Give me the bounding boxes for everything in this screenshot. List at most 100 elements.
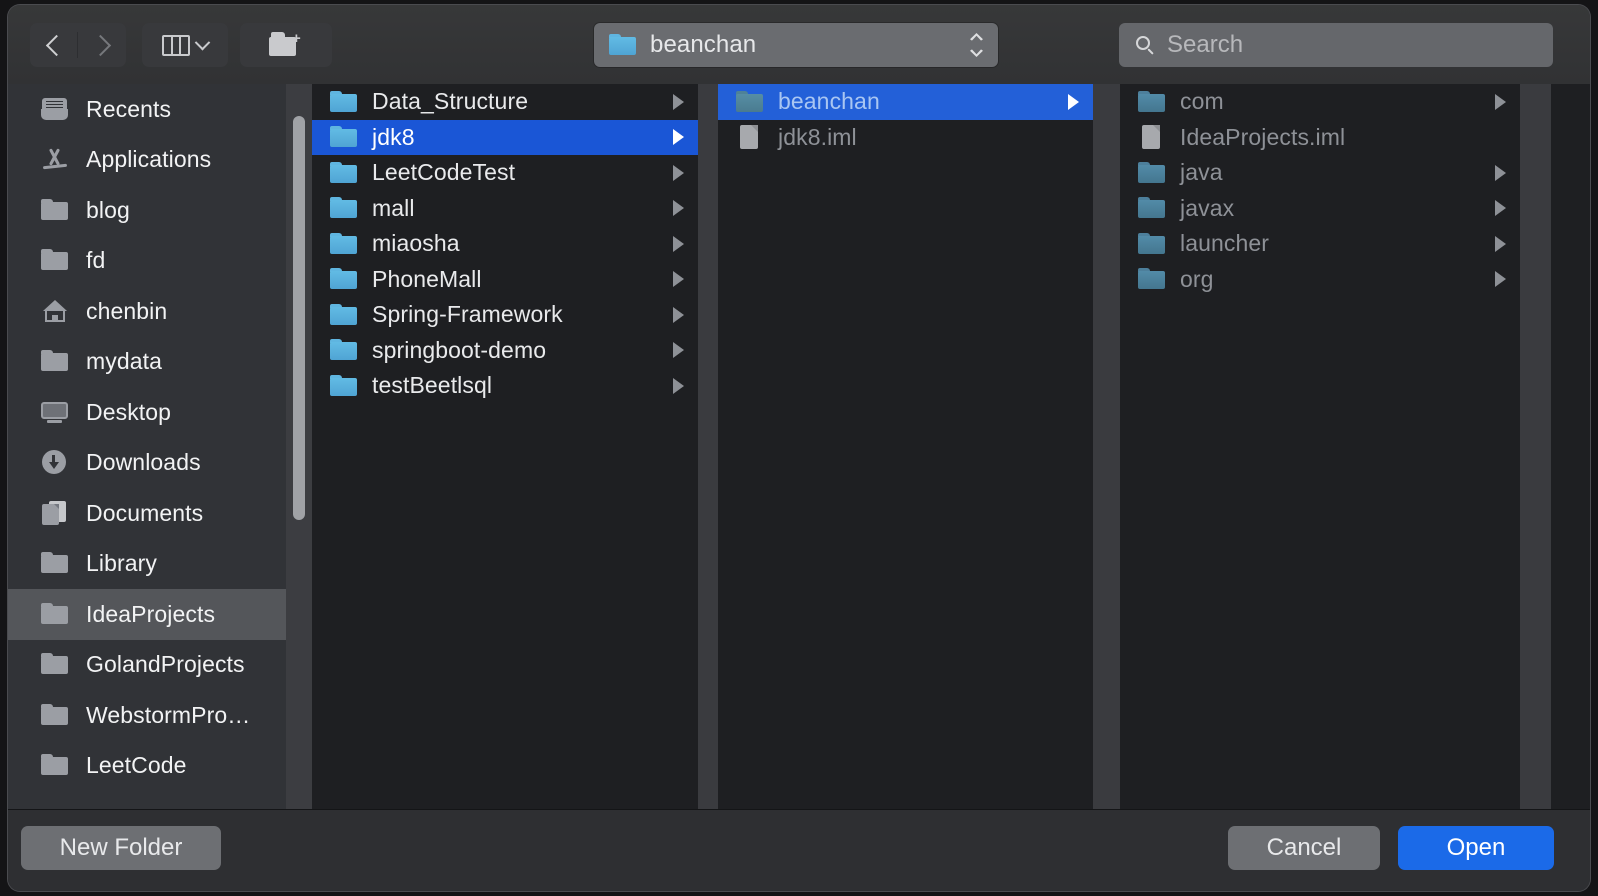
blue-folder-icon	[330, 196, 359, 220]
back-button[interactable]	[30, 23, 78, 67]
search-icon	[1136, 35, 1155, 55]
cancel-button[interactable]: Cancel	[1228, 826, 1380, 870]
sidebar-item-label: GolandProjects	[86, 651, 245, 678]
browser-body: Recents Applications blog fd chenbin myd…	[8, 84, 1590, 809]
sidebar-item-chenbin[interactable]: chenbin	[8, 286, 286, 337]
disclosure-arrow-icon[interactable]	[673, 93, 684, 110]
column-row[interactable]: java	[1120, 155, 1520, 191]
blue-folder-icon	[1138, 267, 1167, 291]
search-placeholder: Search	[1167, 31, 1244, 58]
row-label: beanchan	[778, 88, 880, 115]
column-row-selected-beanchan[interactable]: beanchan	[718, 84, 1093, 120]
sidebar-item-label: Desktop	[86, 398, 172, 425]
folder-icon	[41, 248, 70, 273]
disclosure-arrow-icon[interactable]	[673, 271, 684, 288]
folder-icon	[41, 753, 70, 778]
sidebar-item-documents[interactable]: Documents	[8, 488, 286, 539]
disclosure-arrow-icon[interactable]	[673, 306, 684, 323]
path-popup-label: beanchan	[650, 31, 757, 58]
column-row[interactable]: miaosha	[312, 226, 698, 262]
disclosure-arrow-icon[interactable]	[673, 200, 684, 217]
column-row[interactable]: org	[1120, 262, 1520, 298]
up-down-stepper-icon[interactable]	[969, 31, 985, 59]
disclosure-arrow-icon[interactable]	[673, 129, 684, 146]
column-row[interactable]: Data_Structure	[312, 84, 698, 120]
row-label: Spring-Framework	[372, 301, 563, 328]
sidebar-scrollbar-thumb[interactable]	[293, 116, 305, 520]
disclosure-arrow-icon[interactable]	[1495, 271, 1506, 288]
disclosure-arrow-icon[interactable]	[1495, 235, 1506, 252]
sidebar-item-leetcode[interactable]: LeetCode	[8, 741, 286, 792]
chevron-right-icon	[89, 34, 111, 56]
blue-folder-icon	[736, 90, 765, 114]
folder-icon	[41, 551, 70, 576]
disclosure-arrow-icon[interactable]	[673, 342, 684, 359]
column-row[interactable]: jdk8.iml	[718, 120, 1093, 156]
column-row[interactable]: PhoneMall	[312, 262, 698, 298]
column-divider-1[interactable]	[698, 84, 718, 809]
blue-folder-icon	[330, 374, 359, 398]
column-row-selected[interactable]: jdk8	[312, 119, 698, 155]
sidebar-item-mydata[interactable]: mydata	[8, 337, 286, 388]
applications-icon	[41, 147, 70, 172]
row-label: java	[1180, 159, 1223, 186]
path-popup-button[interactable]: beanchan	[594, 23, 998, 67]
column-view-icon	[162, 34, 190, 56]
folder-icon	[41, 703, 70, 728]
column-row[interactable]: launcher	[1120, 226, 1520, 262]
chevron-down-icon	[194, 34, 211, 50]
row-label: Data_Structure	[372, 88, 529, 115]
row-label: LeetCodeTest	[372, 159, 516, 186]
row-label: mall	[372, 194, 415, 221]
folder-icon	[41, 349, 70, 374]
row-label: PhoneMall	[372, 265, 482, 292]
column-row[interactable]: testBeetlsql	[312, 368, 698, 404]
search-input[interactable]: Search	[1119, 23, 1553, 67]
open-button[interactable]: Open	[1398, 826, 1554, 870]
disclosure-arrow-icon[interactable]	[673, 377, 684, 394]
sidebar-item-blog[interactable]: blog	[8, 185, 286, 236]
disclosure-arrow-icon[interactable]	[1495, 164, 1506, 181]
column-3: com IdeaProjects.iml java javax launcher	[1120, 84, 1520, 809]
column-divider-3[interactable]	[1520, 84, 1551, 809]
column-row[interactable]: Spring-Framework	[312, 297, 698, 333]
blue-folder-icon	[330, 232, 359, 256]
sidebar-item-library[interactable]: Library	[8, 539, 286, 590]
column-1: Data_Structure jdk8 LeetCodeTest mall mi	[312, 84, 698, 809]
row-label: launcher	[1180, 230, 1270, 257]
sidebar-item-golandprojects[interactable]: GolandProjects	[8, 640, 286, 691]
sidebar-item-applications[interactable]: Applications	[8, 135, 286, 186]
disclosure-arrow-icon[interactable]	[673, 235, 684, 252]
sidebar-item-recents[interactable]: Recents	[8, 84, 286, 135]
sidebar-item-webstormprojects[interactable]: WebstormPro…	[8, 690, 286, 741]
new-folder-icon: +	[269, 31, 303, 58]
new-folder-button[interactable]: New Folder	[21, 826, 221, 870]
column-row[interactable]: mall	[312, 191, 698, 227]
column-row[interactable]: LeetCodeTest	[312, 155, 698, 191]
blue-folder-icon	[330, 267, 359, 291]
column-row[interactable]: com	[1120, 84, 1520, 120]
sidebar-item-downloads[interactable]: Downloads	[8, 438, 286, 489]
column-divider-2[interactable]	[1093, 84, 1120, 809]
forward-button[interactable]	[78, 23, 126, 67]
sidebar-item-desktop[interactable]: Desktop	[8, 387, 286, 438]
sidebar-item-fd[interactable]: fd	[8, 236, 286, 287]
row-label: springboot-demo	[372, 336, 547, 363]
disclosure-arrow-icon[interactable]	[673, 164, 684, 181]
document-icon	[1138, 124, 1167, 150]
sidebar-scrollbar[interactable]	[286, 84, 312, 809]
column-row[interactable]: springboot-demo	[312, 333, 698, 369]
disclosure-arrow-icon[interactable]	[1495, 93, 1506, 110]
blue-folder-icon	[330, 303, 359, 327]
disclosure-arrow-icon[interactable]	[1495, 200, 1506, 217]
row-label: com	[1180, 88, 1224, 115]
sidebar-item-ideaprojects[interactable]: IdeaProjects	[8, 589, 286, 640]
disclosure-arrow-icon[interactable]	[1068, 93, 1079, 110]
column-2: beanchan jdk8.iml	[718, 84, 1093, 809]
folder-icon	[41, 602, 70, 627]
new-folder-toolbar-button[interactable]: +	[240, 23, 332, 67]
column-row[interactable]: javax	[1120, 191, 1520, 227]
view-mode-button[interactable]	[142, 23, 228, 67]
folder-icon	[41, 652, 70, 677]
column-row[interactable]: IdeaProjects.iml	[1120, 120, 1520, 156]
